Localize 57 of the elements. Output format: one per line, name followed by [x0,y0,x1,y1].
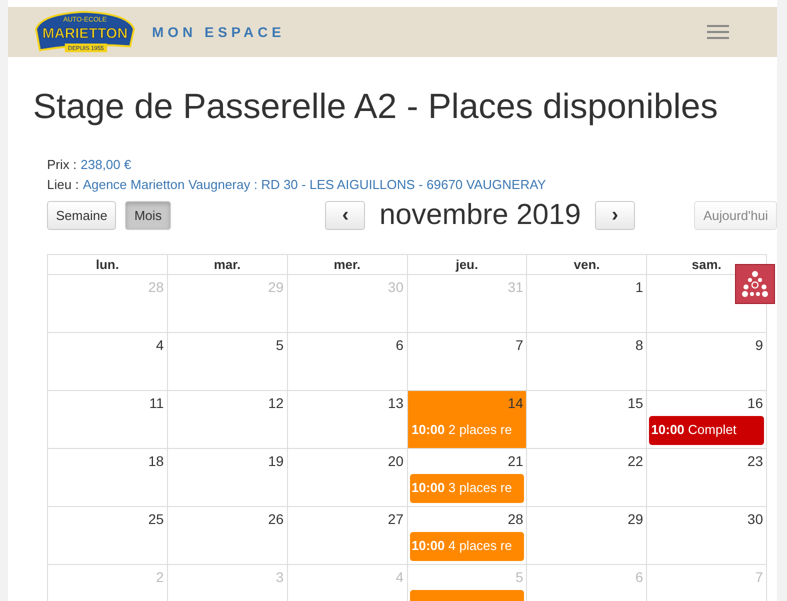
day-number: 8 [635,337,644,353]
day-number: 30 [747,511,764,527]
day-number: 15 [628,395,644,411]
next-button[interactable]: › [594,201,635,230]
month-title: novembre 2019 [379,199,581,232]
calendar-event[interactable]: 10:00 4 places re [410,532,524,561]
dots-icon [740,269,770,299]
day-number: 28 [148,279,165,295]
day-number: 30 [388,279,404,295]
day-number: 6 [635,569,644,585]
day-number: 13 [388,395,404,411]
view-button[interactable]: Semaine [47,201,116,230]
day-number: 16 [747,395,764,411]
page-title: Stage de Passerelle A2 - Places disponibles [33,87,719,127]
day-number: 23 [747,453,764,469]
menu-icon[interactable] [707,24,729,40]
day-number: 7 [516,337,524,353]
day-number: 22 [628,453,644,469]
day-number: 2 [156,569,165,585]
day-number: 6 [396,337,404,353]
view-button[interactable]: Mois [125,201,171,230]
previous-button[interactable]: ‹ [325,201,366,230]
info-label: Lieu : [47,177,79,192]
day-number: 12 [268,395,285,411]
day-number: 29 [628,511,644,527]
day-number: 11 [149,395,165,411]
day-number: 18 [148,453,165,469]
info-label: Prix : [47,157,77,172]
weekday-header: mer. [288,255,408,275]
day-number: 31 [508,279,524,295]
calendar-event[interactable]: 10:00 Complet [649,416,764,445]
day-number: 5 [516,569,524,585]
info-link[interactable]: Agence Marietton Vaugneray : RD 30 - LES AIGUILLONS - 69670 VAUGNERAY [82,177,546,192]
weekday-header: lun. [48,255,168,275]
day-number: 26 [268,511,285,527]
day-number: 4 [396,569,404,585]
day-number: 19 [268,453,285,469]
day-number: 3 [276,569,285,585]
day-number: 29 [268,279,285,295]
day-number: 27 [388,511,404,527]
day-number: 25 [148,511,165,527]
day-number: 14 [508,395,524,411]
day-number: 7 [755,569,764,585]
day-number: 1 [635,279,644,295]
day-number: 28 [508,511,524,527]
nav-title[interactable]: MON ESPACE [152,24,707,40]
calendar-event[interactable]: 10:00 3 places re [410,474,524,503]
day-number: 9 [755,337,764,353]
weekday-header: ven. [527,255,648,275]
accessibility-widget[interactable] [735,264,775,304]
info-link[interactable]: 238,00 € [80,157,132,172]
weekday-header: mar. [168,255,288,275]
day-number: 5 [276,337,285,353]
day-number: 21 [508,453,524,469]
day-number: 4 [156,337,165,353]
day-number: 20 [388,453,404,469]
weekday-header: jeu. [408,255,528,275]
